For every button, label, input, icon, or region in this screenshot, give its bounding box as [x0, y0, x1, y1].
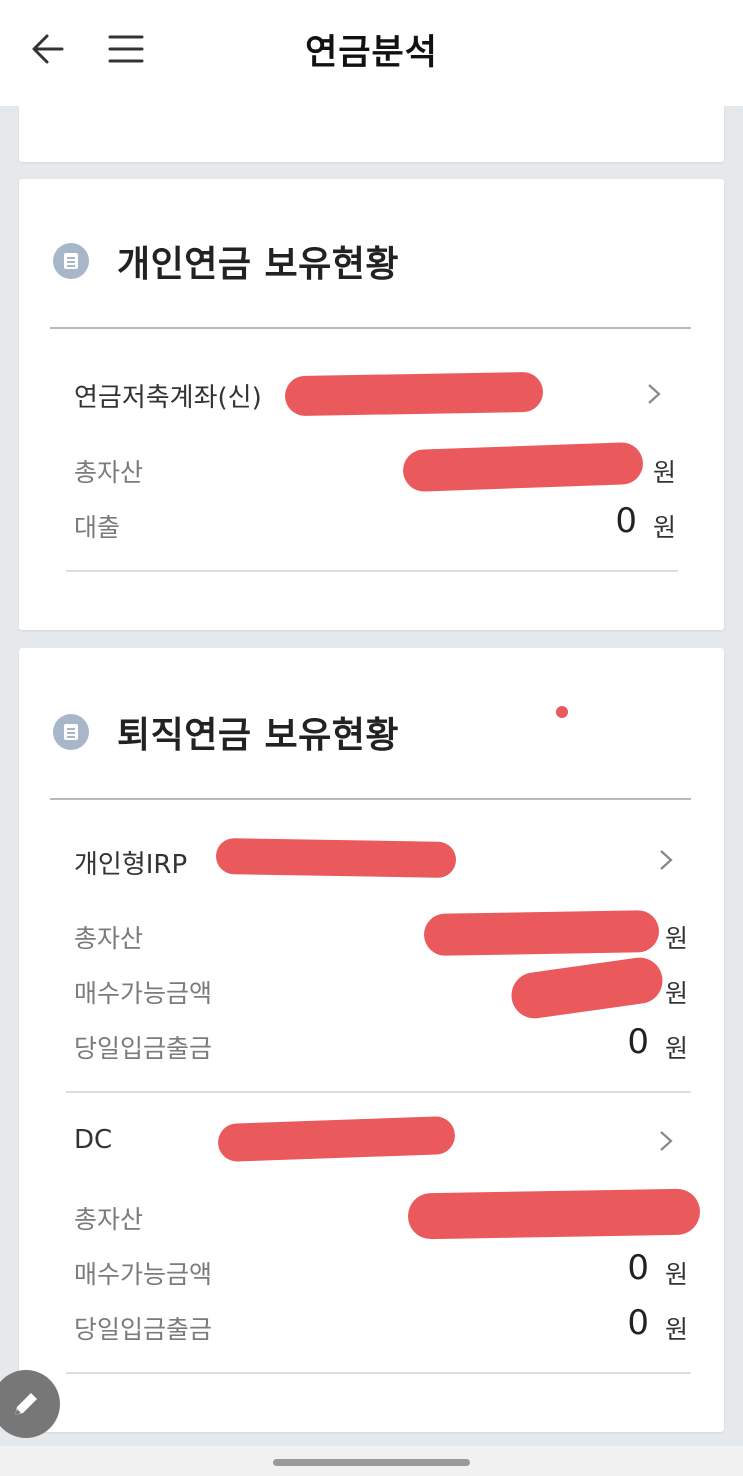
unit-label: 원 — [665, 1260, 689, 1289]
buyable-amount-value: 0 — [627, 1248, 649, 1288]
chevron-right-icon[interactable] — [659, 1130, 673, 1152]
row-label-buyable-amount: 매수가능금액 — [74, 1260, 213, 1289]
section-title: 퇴직연금 보유현황 — [117, 715, 399, 756]
redaction-dot — [556, 706, 568, 718]
redacted-account-number — [215, 837, 457, 879]
row-label-daily-deposit-withdrawal: 당일입금출금 — [74, 1315, 213, 1344]
row-label-buyable-amount: 매수가능금액 — [74, 979, 213, 1008]
account-name: DC — [74, 1125, 113, 1155]
redacted-account-number — [217, 1115, 456, 1163]
section-divider — [50, 798, 691, 800]
account-name: 개인형IRP — [74, 850, 188, 880]
personal-pension-card: 개인연금 보유현황 연금저축계좌(신) 총자산 원 대출 0 원 — [19, 179, 724, 630]
home-indicator[interactable] — [273, 1459, 470, 1466]
section-title: 개인연금 보유현황 — [117, 244, 399, 285]
document-list-icon — [53, 714, 89, 750]
redacted-value — [423, 909, 660, 957]
loan-value: 0 — [615, 501, 637, 541]
unit-label: 원 — [665, 1034, 689, 1063]
section-header: 개인연금 보유현황 — [53, 235, 399, 287]
account-divider — [66, 1091, 691, 1093]
row-label-daily-deposit-withdrawal: 당일입금출금 — [74, 1034, 213, 1063]
row-label-total-assets: 총자산 — [74, 1205, 144, 1234]
chevron-right-icon[interactable] — [647, 383, 661, 405]
unit-label: 원 — [653, 458, 677, 487]
redacted-account-number — [284, 371, 544, 417]
redacted-value — [508, 954, 666, 1022]
redacted-value — [407, 1188, 701, 1240]
app-header: 연금분석 — [0, 0, 743, 106]
account-divider — [66, 570, 678, 572]
unit-label: 원 — [665, 924, 689, 953]
chevron-right-icon[interactable] — [659, 849, 673, 871]
daily-deposit-withdrawal-value: 0 — [627, 1022, 649, 1062]
account-name: 연금저축계좌(신) — [74, 383, 262, 413]
unit-label: 원 — [665, 979, 689, 1008]
row-label-loan: 대출 — [74, 513, 121, 542]
unit-label: 원 — [665, 1315, 689, 1344]
daily-deposit-withdrawal-value: 0 — [627, 1303, 649, 1343]
section-header: 퇴직연금 보유현황 — [53, 706, 399, 758]
page-title: 연금분석 — [305, 33, 438, 73]
row-label-total-assets: 총자산 — [74, 458, 144, 487]
account-divider — [66, 1372, 691, 1374]
document-list-icon — [53, 243, 89, 279]
redacted-value — [402, 441, 644, 493]
section-divider — [50, 327, 691, 329]
row-label-total-assets: 총자산 — [74, 924, 144, 953]
retirement-pension-card: 퇴직연금 보유현황 개인형IRP 총자산 원 매수가능금액 원 당일입금출금 0… — [19, 648, 724, 1432]
pencil-icon — [15, 1393, 37, 1415]
previous-section-card — [19, 106, 724, 162]
unit-label: 원 — [653, 513, 677, 542]
